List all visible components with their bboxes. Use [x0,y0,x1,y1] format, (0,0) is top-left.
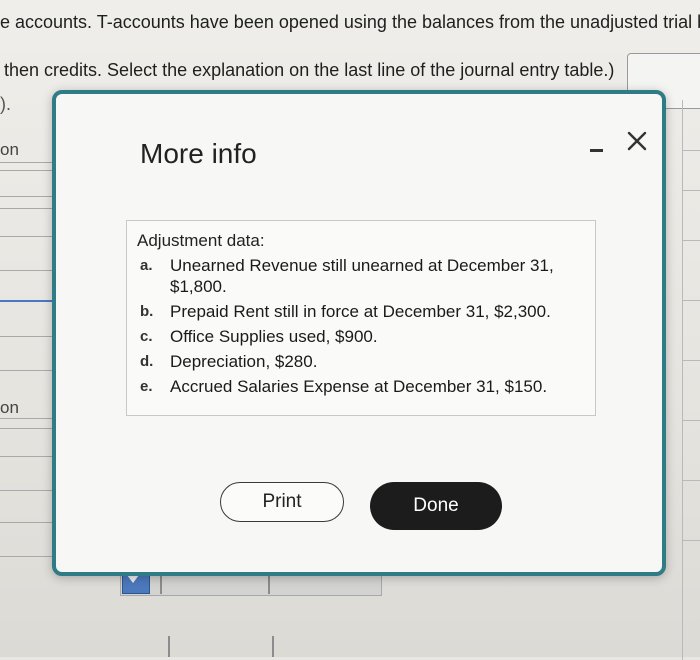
table-right-border [682,100,683,660]
adjustment-list: a. Unearned Revenue still unearned at De… [137,255,585,397]
close-icon-glyph [627,131,647,151]
minimize-icon[interactable] [588,140,606,158]
item-letter: e. [140,378,153,395]
dropdown-arrow-icon [127,575,139,583]
item-letter: b. [140,303,154,320]
item-letter: a. [140,257,153,274]
table-row-line-selected [0,300,60,302]
adjustment-heading: Adjustment data: [137,231,265,250]
item-text: Prepaid Rent still in force at December … [170,302,551,321]
table-row-line [0,336,60,337]
table-row-line [0,490,60,491]
table-row-line [0,418,60,419]
list-item: d. Depreciation, $280. [137,351,585,372]
print-button[interactable]: Print [220,482,344,522]
item-text: Accrued Salaries Expense at December 31,… [170,377,548,396]
item-text: Depreciation, $280. [170,352,318,371]
table-row-line [682,300,700,301]
table-row-line [0,236,60,237]
list-item: c. Office Supplies used, $900. [137,326,585,347]
column-label-top: on [0,140,19,159]
table-row-line [0,522,60,523]
table-row-line [0,162,60,163]
close-icon[interactable] [626,130,648,152]
instruction-text-line-2: then credits. Select the explanation on … [4,60,615,80]
table-row-line [0,428,60,429]
table-row-line [682,540,700,541]
dialog-title: More info [140,138,257,169]
list-item: b. Prepaid Rent still in force at Decemb… [137,301,585,322]
table-row-line [0,170,60,171]
done-button[interactable]: Done [370,482,502,530]
item-text: Office Supplies used, $900. [170,327,378,346]
column-divider [160,574,162,594]
table-row-line [682,190,700,191]
column-divider [272,636,274,657]
item-text: Unearned Revenue still unearned at Decem… [170,256,554,296]
item-letter: d. [140,353,154,370]
table-row-line [682,240,700,241]
table-row-line [0,208,60,209]
table-row-line [682,150,700,151]
table-row-line [0,270,60,271]
table-row-line [0,196,60,197]
more-info-dialog: More info Adjustment data: a. Unearned R… [52,90,666,576]
table-row-line [0,456,60,457]
column-divider [168,636,170,657]
table-row-line [682,420,700,421]
table-row-line [0,556,60,557]
list-item: a. Unearned Revenue still unearned at De… [137,255,585,297]
item-letter: c. [140,328,153,345]
requirement-marker: ). [0,94,11,114]
table-row-line [0,370,60,371]
table-row-line [682,360,700,361]
journal-table-fragment [0,160,60,600]
instruction-text-line-1: e accounts. T-accounts have been opened … [0,12,700,32]
table-row-line [682,480,700,481]
column-divider [268,574,270,594]
list-item: e. Accrued Salaries Expense at December … [137,376,585,397]
adjustment-data-box: Adjustment data: a. Unearned Revenue sti… [126,220,596,416]
